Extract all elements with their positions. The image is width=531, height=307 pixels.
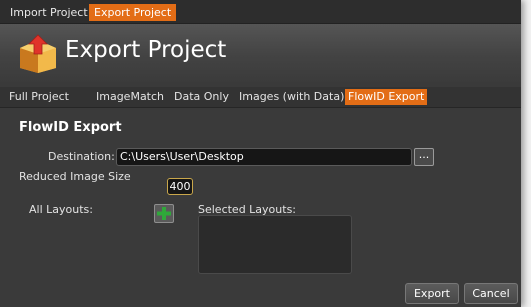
- folder-with-up-arrow-icon: [20, 34, 56, 73]
- destination-field[interactable]: C:\Users\User\Desktop: [116, 148, 412, 166]
- tab-data-only[interactable]: Data Only: [171, 89, 232, 105]
- export-project-window: Import Project Export Project Export Pro…: [0, 0, 521, 307]
- reduced-image-size-input[interactable]: 400: [167, 178, 193, 195]
- all-layouts-label: All Layouts:: [29, 203, 93, 216]
- cancel-button[interactable]: Cancel: [464, 283, 518, 304]
- export-type-tab-bar: Full Project ImageMatch Data Only Images…: [0, 87, 521, 108]
- tab-images-with-data[interactable]: Images (with Data): [236, 89, 347, 105]
- section-title: FlowID Export: [19, 120, 122, 135]
- reduced-image-size-label: Reduced Image Size: [19, 170, 131, 183]
- page-title: Export Project: [65, 37, 227, 63]
- destination-label: Destination:: [48, 150, 115, 163]
- export-button[interactable]: Export: [405, 283, 459, 304]
- tab-import-project[interactable]: Import Project: [5, 4, 93, 21]
- browse-button[interactable]: ...: [414, 148, 434, 166]
- top-tab-bar: Import Project Export Project: [0, 0, 521, 24]
- tab-full-project[interactable]: Full Project: [6, 89, 72, 105]
- tab-export-project[interactable]: Export Project: [89, 4, 177, 21]
- tab-imagematch[interactable]: ImageMatch: [93, 89, 167, 105]
- plus-icon: [157, 207, 171, 220]
- selected-layouts-list[interactable]: [198, 215, 352, 274]
- add-layout-button[interactable]: [154, 204, 174, 223]
- tab-flowid-export[interactable]: FlowID Export: [345, 89, 428, 105]
